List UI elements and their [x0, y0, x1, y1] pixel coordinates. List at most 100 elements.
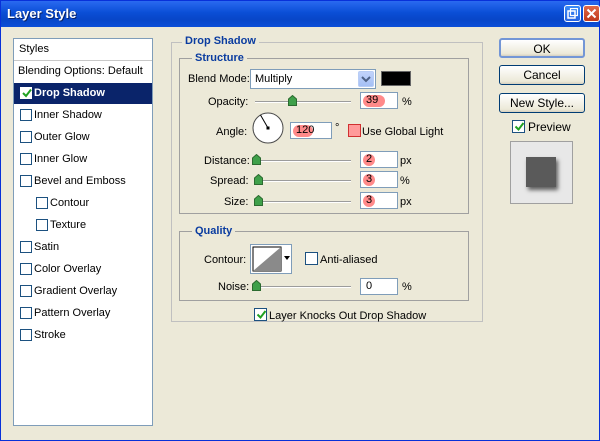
style-checkbox[interactable]	[20, 175, 32, 187]
drop-shadow-title: Drop Shadow	[182, 35, 259, 47]
distance-unit: px	[400, 155, 412, 167]
style-item-label: Stroke	[34, 329, 66, 341]
close-button[interactable]	[583, 5, 600, 22]
cancel-button[interactable]: Cancel	[499, 65, 585, 85]
use-global-light-checkbox[interactable]	[348, 124, 361, 137]
noise-input[interactable]: 0	[360, 278, 398, 295]
style-checkbox[interactable]	[20, 329, 32, 341]
style-item-label: Blending Options: Default	[18, 65, 143, 77]
new-style-button[interactable]: New Style...	[499, 93, 585, 113]
ok-button[interactable]: OK	[499, 38, 585, 58]
opacity-slider-track[interactable]	[255, 101, 351, 103]
style-item-inner-glow[interactable]: Inner Glow	[14, 149, 152, 170]
contour-picker[interactable]	[250, 244, 292, 274]
style-checkbox[interactable]	[20, 131, 32, 143]
size-slider-thumb[interactable]	[254, 195, 263, 206]
blend-mode-select[interactable]: Multiply	[250, 69, 376, 89]
style-item-outer-glow[interactable]: Outer Glow	[14, 127, 152, 148]
shadow-color-swatch[interactable]	[381, 71, 411, 86]
style-item-pattern-overlay[interactable]: Pattern Overlay	[14, 303, 152, 324]
blend-mode-label: Blend Mode:	[188, 73, 250, 85]
noise-label: Noise:	[218, 281, 250, 293]
opacity-input[interactable]: 39	[360, 92, 398, 109]
style-item-drop-shadow[interactable]: Drop Shadow	[14, 83, 152, 104]
anti-aliased-label: Anti-aliased	[320, 254, 378, 266]
angle-dial[interactable]	[251, 111, 285, 145]
opacity-unit: %	[402, 96, 412, 108]
contour-curve-icon	[252, 246, 290, 272]
style-checkbox[interactable]	[36, 219, 48, 231]
style-item-label: Contour	[50, 197, 90, 209]
preview-label: Preview	[528, 120, 571, 134]
spread-slider-track[interactable]	[255, 180, 351, 182]
styles-list: Styles Blending Options: Default Drop Sha…	[13, 38, 153, 426]
style-checkbox[interactable]	[20, 263, 32, 275]
layer-knocks-out-label: Layer Knocks Out Drop Shadow	[269, 310, 427, 322]
window-title: Layer Style	[7, 6, 77, 21]
style-item-label: Inner Glow	[34, 153, 88, 165]
style-checkbox[interactable]	[20, 153, 32, 165]
size-label: Size:	[224, 196, 249, 208]
noise-slider-thumb[interactable]	[252, 280, 261, 291]
spread-slider-thumb[interactable]	[254, 174, 263, 185]
size-input[interactable]: 3	[360, 192, 398, 209]
spread-label: Spread:	[210, 175, 249, 187]
style-item-label: Gradient Overlay	[34, 285, 118, 297]
style-item-color-overlay[interactable]: Color Overlay	[14, 259, 152, 280]
style-item-label: Outer Glow	[34, 131, 90, 143]
style-item-inner-shadow[interactable]: Inner Shadow	[14, 105, 152, 126]
contour-label: Contour:	[204, 254, 247, 266]
layer-style-dialog: Layer Style Styles Blending Options: Def…	[0, 0, 600, 441]
distance-slider-thumb[interactable]	[252, 154, 261, 165]
angle-unit: °	[335, 122, 340, 134]
spread-unit: %	[400, 175, 410, 187]
checkmark-icon	[256, 310, 267, 320]
close-icon	[586, 8, 597, 19]
preview-checkbox[interactable]	[512, 120, 525, 133]
style-item-texture[interactable]: Texture	[14, 215, 152, 236]
style-checkbox[interactable]	[20, 241, 32, 253]
anti-aliased-checkbox[interactable]	[305, 252, 318, 265]
style-item-label: Bevel and Emboss	[34, 175, 126, 187]
style-checkbox[interactable]	[20, 109, 32, 121]
opacity-label: Opacity:	[208, 96, 249, 108]
preview-square	[526, 157, 556, 187]
quality-title: Quality	[192, 225, 236, 237]
styles-header: Styles	[14, 39, 152, 61]
size-slider-track[interactable]	[255, 201, 351, 203]
use-global-light-label: Use Global Light	[362, 126, 444, 138]
chevron-down-icon	[358, 71, 374, 87]
layer-knocks-out-checkbox[interactable]	[254, 308, 267, 321]
spread-input[interactable]: 3	[360, 171, 398, 188]
size-unit: px	[400, 196, 412, 208]
checkmark-icon	[22, 88, 32, 98]
style-item-blending-options-default[interactable]: Blending Options: Default	[14, 61, 152, 82]
noise-unit: %	[402, 281, 412, 293]
restore-icon	[567, 8, 578, 19]
style-item-label: Drop Shadow	[34, 87, 105, 99]
structure-title: Structure	[192, 52, 247, 64]
angle-label: Angle:	[216, 126, 248, 138]
style-item-label: Pattern Overlay	[34, 307, 111, 319]
preview-thumbnail	[510, 141, 573, 204]
help-button[interactable]	[564, 5, 581, 22]
style-checkbox[interactable]	[36, 197, 48, 209]
style-item-bevel-and-emboss[interactable]: Bevel and Emboss	[14, 171, 152, 192]
style-item-satin[interactable]: Satin	[14, 237, 152, 258]
style-item-label: Color Overlay	[34, 263, 102, 275]
style-item-contour[interactable]: Contour	[14, 193, 152, 214]
style-checkbox[interactable]	[20, 87, 32, 99]
style-item-label: Texture	[50, 219, 87, 231]
style-item-gradient-overlay[interactable]: Gradient Overlay	[14, 281, 152, 302]
style-checkbox[interactable]	[20, 285, 32, 297]
style-item-label: Inner Shadow	[34, 109, 102, 121]
noise-slider-track[interactable]	[255, 286, 351, 288]
style-checkbox[interactable]	[20, 307, 32, 319]
style-item-stroke[interactable]: Stroke	[14, 325, 152, 346]
angle-input[interactable]: 120	[290, 122, 332, 139]
style-item-label: Satin	[34, 241, 60, 253]
distance-slider-track[interactable]	[255, 160, 351, 162]
opacity-slider-thumb[interactable]	[288, 95, 297, 106]
checkmark-icon	[514, 122, 525, 132]
distance-input[interactable]: 2	[360, 151, 398, 168]
